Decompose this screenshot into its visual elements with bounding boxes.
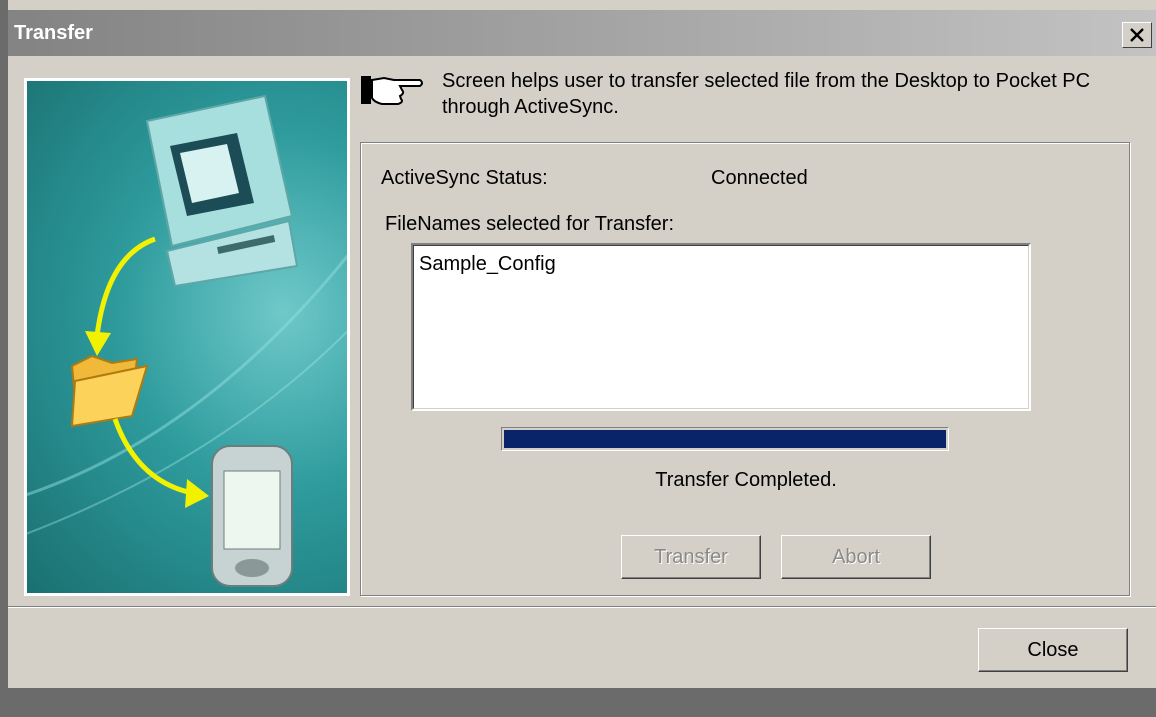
transfer-status-message: Transfer Completed. xyxy=(655,469,837,491)
transfer-groupbox: ActiveSync Status: Connected FileNames s… xyxy=(360,142,1130,596)
pointing-hand-icon xyxy=(360,72,426,113)
transfer-illustration xyxy=(24,78,350,596)
divider xyxy=(8,606,1156,608)
hint-panel: Screen helps user to transfer selected f… xyxy=(360,68,1150,132)
list-item[interactable]: Sample_Config xyxy=(419,253,556,276)
filenames-label: FileNames selected for Transfer: xyxy=(385,213,674,235)
transfer-dialog: Transfer Screen helps user to transfer s… xyxy=(8,0,1156,688)
pocket-pc-icon xyxy=(211,445,293,587)
window-title: Transfer xyxy=(14,22,93,44)
folder-icon xyxy=(70,354,149,428)
transfer-progress-bar xyxy=(501,427,949,451)
transfer-button[interactable]: Transfer xyxy=(621,535,761,579)
hint-text: Screen helps user to transfer selected f… xyxy=(442,70,1091,118)
progress-fill xyxy=(504,430,946,448)
activesync-status-label: ActiveSync Status: xyxy=(381,167,548,189)
close-x-icon[interactable] xyxy=(1122,22,1152,48)
desktop-computer-icon xyxy=(145,94,299,288)
file-list[interactable]: Sample_Config xyxy=(411,243,1031,411)
close-button[interactable]: Close xyxy=(978,628,1128,672)
abort-button[interactable]: Abort xyxy=(781,535,931,579)
activesync-status-value: Connected xyxy=(711,167,808,189)
title-bar: Transfer xyxy=(8,10,1156,56)
